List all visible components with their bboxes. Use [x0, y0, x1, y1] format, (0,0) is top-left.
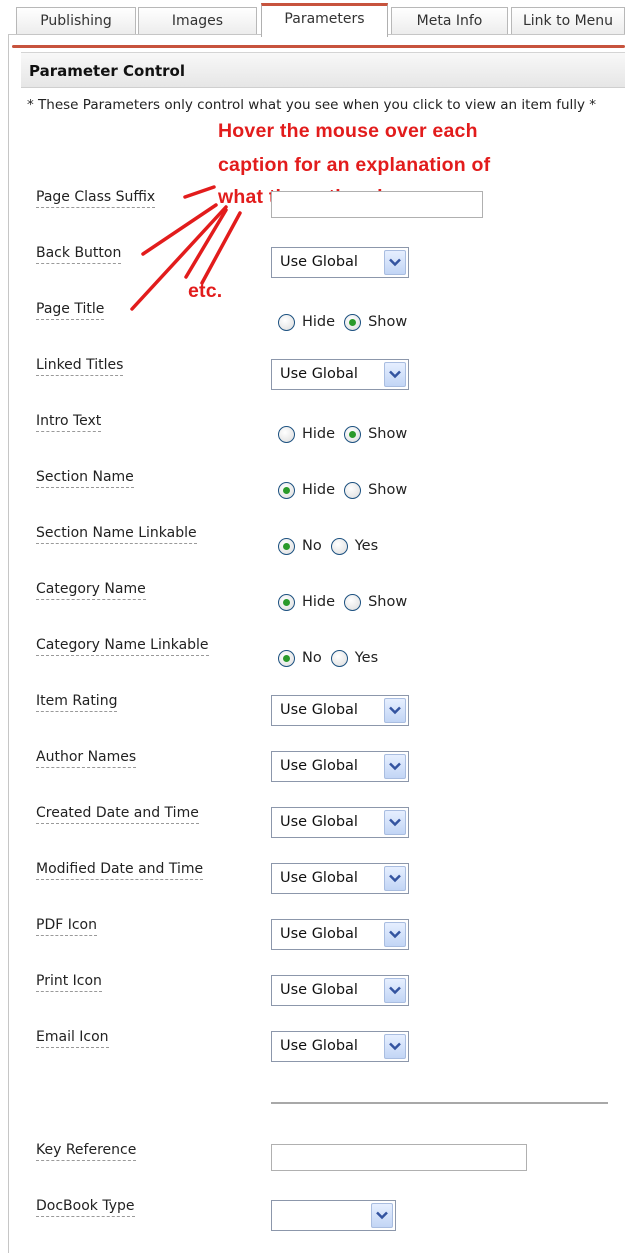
- chevron-down-icon[interactable]: [384, 1034, 406, 1059]
- label-page-title: Page Title: [36, 300, 105, 320]
- radio-label: Show: [368, 594, 408, 610]
- label-docbook-type: DocBook Type: [36, 1197, 135, 1217]
- chevron-down-icon[interactable]: [371, 1203, 393, 1228]
- category-name-hide-radio[interactable]: [278, 593, 295, 611]
- label-section-name: Section Name: [36, 468, 134, 488]
- radio-label: Hide: [302, 426, 336, 442]
- select-value: Use Global: [280, 254, 358, 270]
- page-class-suffix-input[interactable]: [271, 191, 483, 218]
- category-name-linkable-yes-radio[interactable]: [330, 649, 348, 667]
- label-category-name: Category Name: [36, 580, 146, 600]
- section-name-linkable-yes-radio[interactable]: [330, 537, 348, 555]
- radio-label: Show: [368, 426, 408, 442]
- key-reference-input[interactable]: [271, 1144, 527, 1171]
- select-value: Use Global: [280, 758, 358, 774]
- tab-parameters[interactable]: Parameters: [261, 3, 388, 37]
- label-back-button: Back Button: [36, 244, 122, 264]
- label-key-reference: Key Reference: [36, 1141, 137, 1161]
- category-name-linkable-no-radio[interactable]: [278, 649, 295, 667]
- label-linked-titles: Linked Titles: [36, 356, 124, 376]
- select-value: Use Global: [280, 926, 358, 942]
- author-names-select[interactable]: Use Global: [271, 751, 409, 782]
- intro-text-hide-radio[interactable]: [278, 425, 295, 443]
- label-intro-text: Intro Text: [36, 412, 102, 432]
- annotation-pointer-3: [130, 205, 228, 311]
- radio-label: No: [302, 650, 322, 666]
- intro-text-show-radio[interactable]: [344, 425, 362, 443]
- linked-titles-select[interactable]: Use Global: [271, 359, 409, 390]
- section-name-show-radio[interactable]: [344, 481, 362, 499]
- item-rating-select[interactable]: Use Global: [271, 695, 409, 726]
- radio-label: Hide: [302, 314, 336, 330]
- section-name-linkable-radio-group: No Yes: [278, 534, 387, 558]
- label-category-name-linkable: Category Name Linkable: [36, 636, 209, 656]
- label-author-names: Author Names: [36, 748, 137, 768]
- select-value: Use Global: [280, 702, 358, 718]
- category-name-linkable-radio-group: No Yes: [278, 646, 387, 670]
- chevron-down-icon[interactable]: [384, 922, 406, 947]
- select-value: Use Global: [280, 1038, 358, 1054]
- label-page-class-suffix: Page Class Suffix: [36, 188, 156, 208]
- chevron-down-icon[interactable]: [384, 978, 406, 1003]
- pdf-icon-select[interactable]: Use Global: [271, 919, 409, 950]
- label-section-name-linkable: Section Name Linkable: [36, 524, 197, 544]
- annotation-pointer-1: [183, 185, 216, 199]
- select-value: Use Global: [280, 814, 358, 830]
- annotation-pointer-5: [200, 211, 242, 285]
- page-title-show-radio[interactable]: [344, 313, 362, 331]
- page-title-radio-group: Hide Show: [278, 310, 416, 334]
- docbook-type-select[interactable]: [271, 1200, 396, 1231]
- select-value: Use Global: [280, 982, 358, 998]
- modified-date-and-time-select[interactable]: Use Global: [271, 863, 409, 894]
- annotation-arrows: [130, 185, 242, 311]
- page-title-hide-radio[interactable]: [278, 313, 295, 331]
- radio-label: Hide: [302, 482, 336, 498]
- created-date-and-time-select[interactable]: Use Global: [271, 807, 409, 838]
- chevron-down-icon[interactable]: [384, 362, 406, 387]
- radio-label: No: [302, 538, 322, 554]
- radio-label: Hide: [302, 594, 336, 610]
- category-name-radio-group: Hide Show: [278, 590, 416, 614]
- radio-label: Yes: [354, 650, 379, 666]
- label-modified-date-and-time: Modified Date and Time: [36, 860, 204, 880]
- select-value: Use Global: [280, 366, 358, 382]
- section-name-hide-radio[interactable]: [278, 481, 295, 499]
- print-icon-select[interactable]: Use Global: [271, 975, 409, 1006]
- label-item-rating: Item Rating: [36, 692, 118, 712]
- label-print-icon: Print Icon: [36, 972, 102, 992]
- section-name-linkable-no-radio[interactable]: [278, 537, 295, 555]
- email-icon-select[interactable]: Use Global: [271, 1031, 409, 1062]
- back-button-select[interactable]: Use Global: [271, 247, 409, 278]
- label-created-date-and-time: Created Date and Time: [36, 804, 199, 824]
- radio-label: Show: [368, 482, 408, 498]
- section-divider: [271, 1102, 608, 1104]
- radio-label: Yes: [354, 538, 379, 554]
- label-email-icon: Email Icon: [36, 1028, 109, 1048]
- chevron-down-icon[interactable]: [384, 866, 406, 891]
- label-pdf-icon: PDF Icon: [36, 916, 97, 936]
- select-value: Use Global: [280, 870, 358, 886]
- section-name-radio-group: Hide Show: [278, 478, 416, 502]
- category-name-show-radio[interactable]: [344, 593, 362, 611]
- chevron-down-icon[interactable]: [384, 250, 406, 275]
- chevron-down-icon[interactable]: [384, 810, 406, 835]
- intro-text-radio-group: Hide Show: [278, 422, 416, 446]
- chevron-down-icon[interactable]: [384, 754, 406, 779]
- radio-label: Show: [368, 314, 408, 330]
- chevron-down-icon[interactable]: [384, 698, 406, 723]
